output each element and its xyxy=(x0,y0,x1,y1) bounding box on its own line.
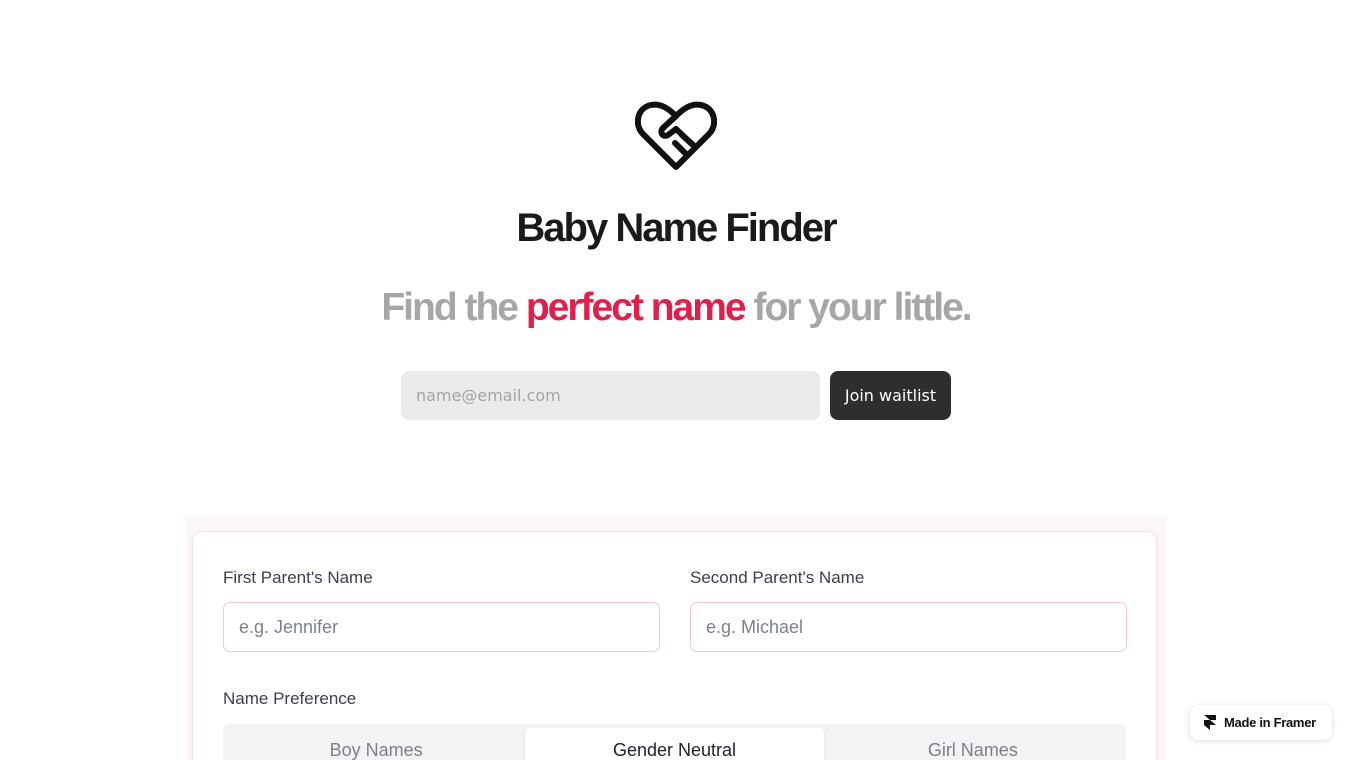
made-in-framer-badge[interactable]: Made in Framer xyxy=(1190,705,1332,740)
tagline: Find the perfect name for your little. xyxy=(0,286,1352,330)
second-parent-input[interactable] xyxy=(690,602,1127,652)
tagline-start: Find the xyxy=(381,286,519,329)
waitlist-form: Join waitlist xyxy=(401,371,951,420)
email-input[interactable] xyxy=(401,371,820,420)
second-parent-label: Second Parent's Name xyxy=(690,568,865,587)
tagline-end: for your little. xyxy=(753,286,972,329)
join-waitlist-button[interactable]: Join waitlist xyxy=(830,371,951,420)
name-preference-label: Name Preference xyxy=(223,689,357,708)
tab-gender-neutral[interactable]: Gender Neutral xyxy=(525,728,824,760)
page-title: Baby Name Finder xyxy=(516,206,837,250)
name-finder-card: First Parent's Name Second Parent's Name… xyxy=(192,531,1157,760)
first-parent-input[interactable] xyxy=(223,602,660,652)
framer-icon xyxy=(1204,715,1216,730)
name-preference-selector: Boy Names Gender Neutral Girl Names xyxy=(223,724,1126,760)
tab-girl-names[interactable]: Girl Names xyxy=(824,728,1122,760)
heart-handshake-icon xyxy=(635,100,717,172)
tagline-highlight: perfect name xyxy=(525,286,747,329)
tab-boy-names[interactable]: Boy Names xyxy=(227,728,525,760)
page: Baby Name Finder Find the perfect name f… xyxy=(0,0,1352,760)
first-parent-label: First Parent's Name xyxy=(223,568,373,587)
made-in-framer-label: Made in Framer xyxy=(1224,715,1316,730)
